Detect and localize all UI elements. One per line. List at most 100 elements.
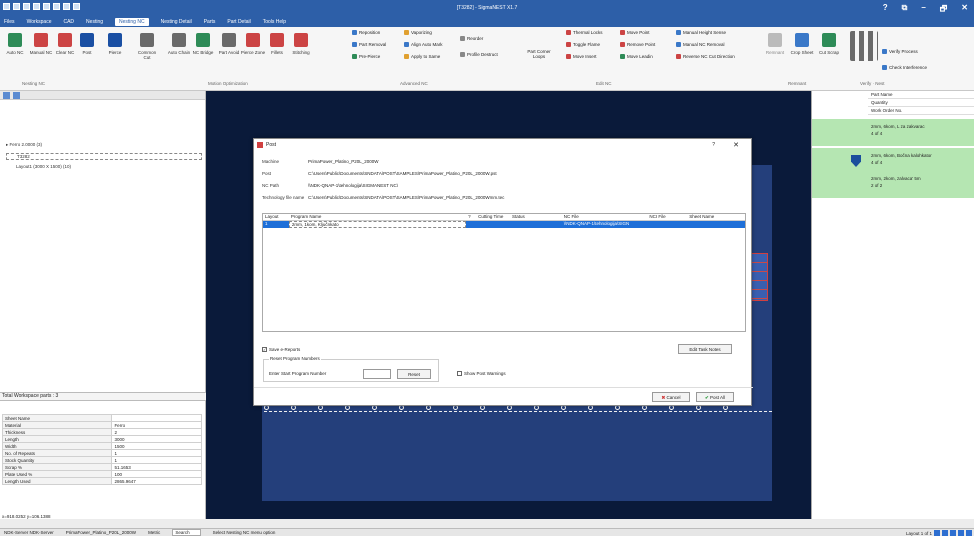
reset-button[interactable]: Reset (397, 369, 431, 379)
col-cutting-time[interactable]: Cutting Time (476, 214, 510, 220)
col-help-icon[interactable]: ? (466, 214, 476, 220)
vaporizing-button[interactable]: Vaporizing (404, 30, 432, 36)
remove-point-button[interactable]: Remove Point (620, 42, 655, 48)
reposition-button[interactable]: Reposition (352, 30, 380, 36)
move-leadin-button[interactable]: Move Leadin (620, 54, 653, 60)
fillets-button[interactable]: Fillets (264, 50, 290, 55)
manual-height-sense-button[interactable]: Manual Height Sense (676, 30, 726, 36)
menu-parts[interactable]: Parts (204, 19, 216, 25)
start-program-input[interactable] (363, 369, 391, 379)
crop-sheet-icon[interactable] (795, 33, 809, 47)
property-value[interactable]: 100 (111, 470, 202, 478)
auto-nc-button[interactable]: Auto NC (2, 50, 28, 55)
col-work-order[interactable]: Work Order No. (868, 107, 974, 115)
tree-item-layout[interactable]: Layout1 (3000 X 1500) (10) (16, 164, 71, 169)
property-value[interactable] (111, 414, 202, 422)
next-page-icon[interactable] (950, 530, 956, 536)
maximize-icon[interactable]: 🗗 (940, 3, 948, 17)
minimize-icon[interactable]: – (921, 3, 925, 17)
col-nc-file[interactable]: NC File (562, 214, 648, 220)
menu-files[interactable]: Files (4, 19, 15, 25)
verify-process-button[interactable]: Verify Process (882, 49, 918, 55)
save-reports-checkbox[interactable]: ✓ Save e-Reports (262, 347, 300, 352)
edit-task-notes-button[interactable]: Edit Task Notes (678, 344, 732, 354)
property-value[interactable]: 1500 (111, 442, 202, 450)
prev-page-icon[interactable] (942, 530, 948, 536)
stitching-icon[interactable] (294, 33, 308, 47)
reorder-button[interactable]: Reorder (460, 36, 483, 42)
col-status[interactable]: Status (510, 214, 562, 220)
move-insert-button[interactable]: Move Insert (566, 54, 597, 60)
status-search-input[interactable]: Search (172, 529, 201, 536)
move-point-button[interactable]: Move Point (620, 30, 650, 36)
auto-chain-icon[interactable] (172, 33, 186, 47)
post-icon[interactable] (80, 33, 94, 47)
last-page-icon[interactable] (958, 530, 964, 536)
menu-nesting-detail[interactable]: Nesting Detail (161, 19, 192, 25)
menu-nesting[interactable]: Nesting (86, 19, 103, 25)
show-warnings-checkbox[interactable]: Show Post Warnings (457, 371, 506, 376)
col-quantity[interactable]: Quantity (868, 99, 974, 107)
part-avoid-button[interactable]: Part Avoid (216, 50, 242, 55)
property-value[interactable]: Ferro (111, 421, 202, 429)
program-grid[interactable]: Layout Program Name ? Cutting Time Statu… (262, 213, 746, 332)
col-sheet-name[interactable]: Sheet Name (687, 214, 745, 220)
nc-bridge-button[interactable]: NC Bridge (190, 50, 216, 55)
toggle-flame-button[interactable]: Toggle Flame (566, 42, 600, 48)
part-row[interactable]: 2mm, 6kom, L za zakvarac 4 of 4 (812, 119, 974, 147)
first-page-icon[interactable] (934, 530, 940, 536)
tree-item-material[interactable]: ▸ Ferro 2.0000 (3) (6, 142, 42, 148)
check-interference-button[interactable]: Check Interference (882, 65, 927, 71)
common-cut-icon[interactable] (140, 33, 154, 47)
col-program-name[interactable]: Program Name (289, 214, 466, 220)
stitching-button[interactable]: Stitching (288, 50, 314, 55)
col-layout[interactable]: Layout (263, 214, 289, 220)
pierce-zone-button[interactable]: Pierce Zone (240, 50, 266, 55)
fillets-icon[interactable] (270, 33, 284, 47)
part-avoid-icon[interactable] (222, 33, 236, 47)
profile-destruct-button[interactable]: Profile Destruct (460, 52, 498, 58)
dialog-help-button[interactable]: ? (712, 142, 715, 148)
close-icon[interactable]: ✕ (961, 3, 968, 17)
auto-chain-button[interactable]: Auto Chain (166, 50, 192, 55)
post-button[interactable]: Post (74, 50, 100, 55)
program-row[interactable]: 1 2mm, 1kom, Ključnkato \\NDK-QNAP-1\teh… (263, 221, 745, 228)
manual-nc-removal-button[interactable]: Manual NC Removal (676, 42, 725, 48)
property-value[interactable]: 1 (111, 456, 202, 464)
workspace-toolbar[interactable] (0, 91, 205, 100)
col-nci-file[interactable]: NCI File (647, 214, 687, 220)
clear-nc-icon[interactable] (58, 33, 72, 47)
property-value[interactable]: 1 (111, 449, 202, 457)
manual-nc-icon[interactable] (34, 33, 48, 47)
dialog-close-button[interactable]: ✕ (733, 141, 739, 149)
part-row[interactable]: 2mm, 2kom, zalvaca' 5m 2 of 2 (812, 171, 974, 199)
property-value[interactable]: 2 (111, 428, 202, 436)
restore-ribbon-icon[interactable]: ⧉ (902, 3, 908, 17)
reverse-nc-cut-direction-button[interactable]: Reverse NC Cut Direction (676, 54, 735, 60)
layout-list-icon[interactable] (966, 530, 972, 536)
program-name-input[interactable]: 2mm, 1kom, Ključnkato (288, 221, 467, 228)
property-value[interactable]: 2865.9647 (111, 477, 202, 485)
help-icon[interactable]: ? (883, 3, 888, 17)
cancel-button[interactable]: ✖ Cancel (652, 392, 690, 402)
post-all-button[interactable]: ✔ Post All (696, 392, 734, 402)
pierce-icon[interactable] (108, 33, 122, 47)
cut-scrap-icon[interactable] (822, 33, 836, 47)
apply-to-same-button[interactable]: Apply to Same (404, 54, 440, 60)
menu-workspace[interactable]: Workspace (27, 19, 52, 25)
property-value[interactable]: 3000 (111, 435, 202, 443)
part-corner-loops-button[interactable]: Part Corner Loops (522, 49, 556, 59)
nest-tools-icon[interactable] (850, 31, 878, 61)
pierce-zone-icon[interactable] (246, 33, 260, 47)
menu-tools-help[interactable]: Tools Help (263, 19, 286, 25)
pierce-button[interactable]: Pierce (102, 50, 128, 55)
property-value[interactable]: 51.1653 (111, 463, 202, 471)
pre-pierce-button[interactable]: Pre-Pierce (352, 54, 380, 60)
remnant-icon[interactable] (768, 33, 782, 47)
manual-nc-button[interactable]: Manual NC (28, 50, 54, 55)
menu-part-detail[interactable]: Part Detail (227, 19, 250, 25)
align-auto-mark-button[interactable]: Align Auto Mark (404, 42, 443, 48)
part-removal-button[interactable]: Part Removal (352, 42, 386, 48)
tree-item-nest[interactable]: T3282 (6, 153, 202, 160)
menu-cad[interactable]: CAD (63, 19, 74, 25)
